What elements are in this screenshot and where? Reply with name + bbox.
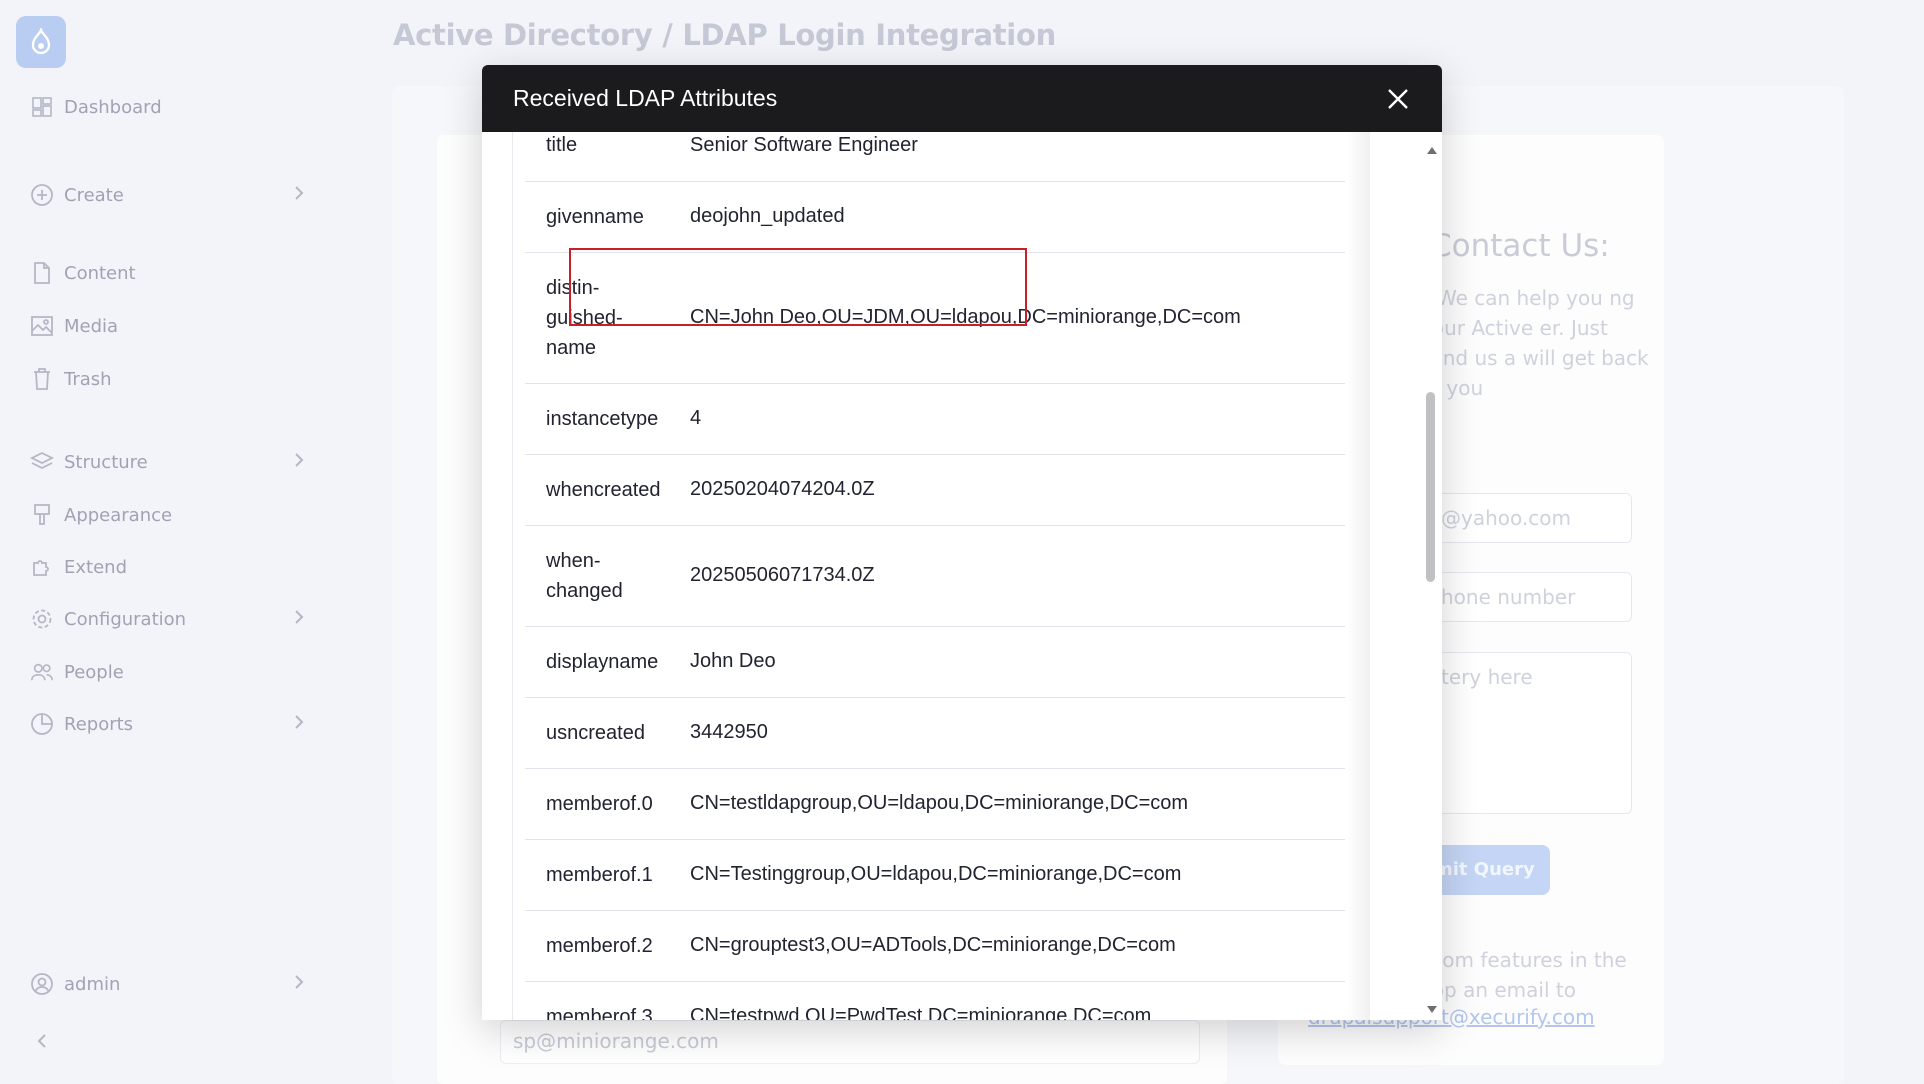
table-row: displayname John Deo bbox=[525, 626, 1345, 698]
attribute-value: CN=grouptest3,OU=ADTools,DC=miniorange,D… bbox=[690, 910, 1345, 982]
attribute-key: memberof.1 bbox=[525, 839, 690, 911]
attribute-value: 3442950 bbox=[690, 697, 1345, 769]
table-row: memberof.3 CN=testpwd,OU=PwdTest,DC=mini… bbox=[525, 981, 1345, 1020]
attribute-key: instancetype bbox=[525, 383, 690, 455]
attribute-value: John Deo bbox=[690, 626, 1345, 698]
close-button[interactable] bbox=[1384, 85, 1412, 113]
attribute-key: memberof.2 bbox=[525, 910, 690, 982]
attribute-value: 4 bbox=[690, 383, 1345, 455]
table-row: givenname deojohn_updated bbox=[525, 181, 1345, 253]
scrollbar-thumb[interactable] bbox=[1426, 392, 1435, 582]
attribute-value: CN=testldapgroup,OU=ldapou,DC=miniorange… bbox=[690, 768, 1345, 840]
table-row: whencreated 20250204074204.0Z bbox=[525, 454, 1345, 526]
attribute-key: givenname bbox=[525, 181, 690, 253]
modal-body[interactable]: title Senior Software Engineer givenname… bbox=[512, 132, 1370, 1020]
attribute-key: title bbox=[525, 132, 690, 182]
attributes-table: title Senior Software Engineer givenname… bbox=[525, 132, 1345, 1020]
modal-scrollbar[interactable] bbox=[1420, 132, 1442, 1020]
scroll-up-arrow-icon[interactable] bbox=[1426, 140, 1438, 159]
table-row: memberof.0 CN=testldapgroup,OU=ldapou,DC… bbox=[525, 768, 1345, 840]
attribute-value: CN=Testinggroup,OU=ldapou,DC=miniorange,… bbox=[690, 839, 1345, 911]
table-row: memberof.1 CN=Testinggroup,OU=ldapou,DC=… bbox=[525, 839, 1345, 911]
table-row: title Senior Software Engineer bbox=[525, 132, 1345, 182]
attribute-key: distin- guished- name bbox=[525, 252, 690, 384]
table-row: distin- guished- name CN=John Deo,OU=JDM… bbox=[525, 252, 1345, 384]
attribute-key: when- changed bbox=[525, 525, 690, 627]
attribute-key: whencreated bbox=[525, 454, 690, 526]
attribute-value: 20250204074204.0Z bbox=[690, 454, 1345, 526]
attribute-key: displayname bbox=[525, 626, 690, 698]
scroll-down-arrow-icon[interactable] bbox=[1426, 1000, 1438, 1019]
close-icon bbox=[1388, 89, 1408, 109]
attribute-key: usncreated bbox=[525, 697, 690, 769]
modal-title: Received LDAP Attributes bbox=[513, 85, 778, 111]
attribute-key: memberof.0 bbox=[525, 768, 690, 840]
table-row: instancetype 4 bbox=[525, 383, 1345, 455]
attribute-value: 20250506071734.0Z bbox=[690, 525, 1345, 627]
attribute-value: CN=John Deo,OU=JDM,OU=ldapou,DC=minioran… bbox=[690, 252, 1345, 384]
attribute-key: memberof.3 bbox=[525, 981, 690, 1020]
attribute-value: Senior Software Engineer bbox=[690, 132, 1345, 182]
table-row: memberof.2 CN=grouptest3,OU=ADTools,DC=m… bbox=[525, 910, 1345, 982]
table-row: usncreated 3442950 bbox=[525, 697, 1345, 769]
attribute-value: deojohn_updated bbox=[690, 181, 1345, 253]
ldap-attributes-modal: Received LDAP Attributes title Senior So… bbox=[482, 65, 1442, 1020]
attribute-value: CN=testpwd,OU=PwdTest,DC=miniorange,DC=c… bbox=[690, 981, 1345, 1020]
table-row: when- changed 20250506071734.0Z bbox=[525, 525, 1345, 627]
modal-header: Received LDAP Attributes bbox=[482, 65, 1442, 132]
